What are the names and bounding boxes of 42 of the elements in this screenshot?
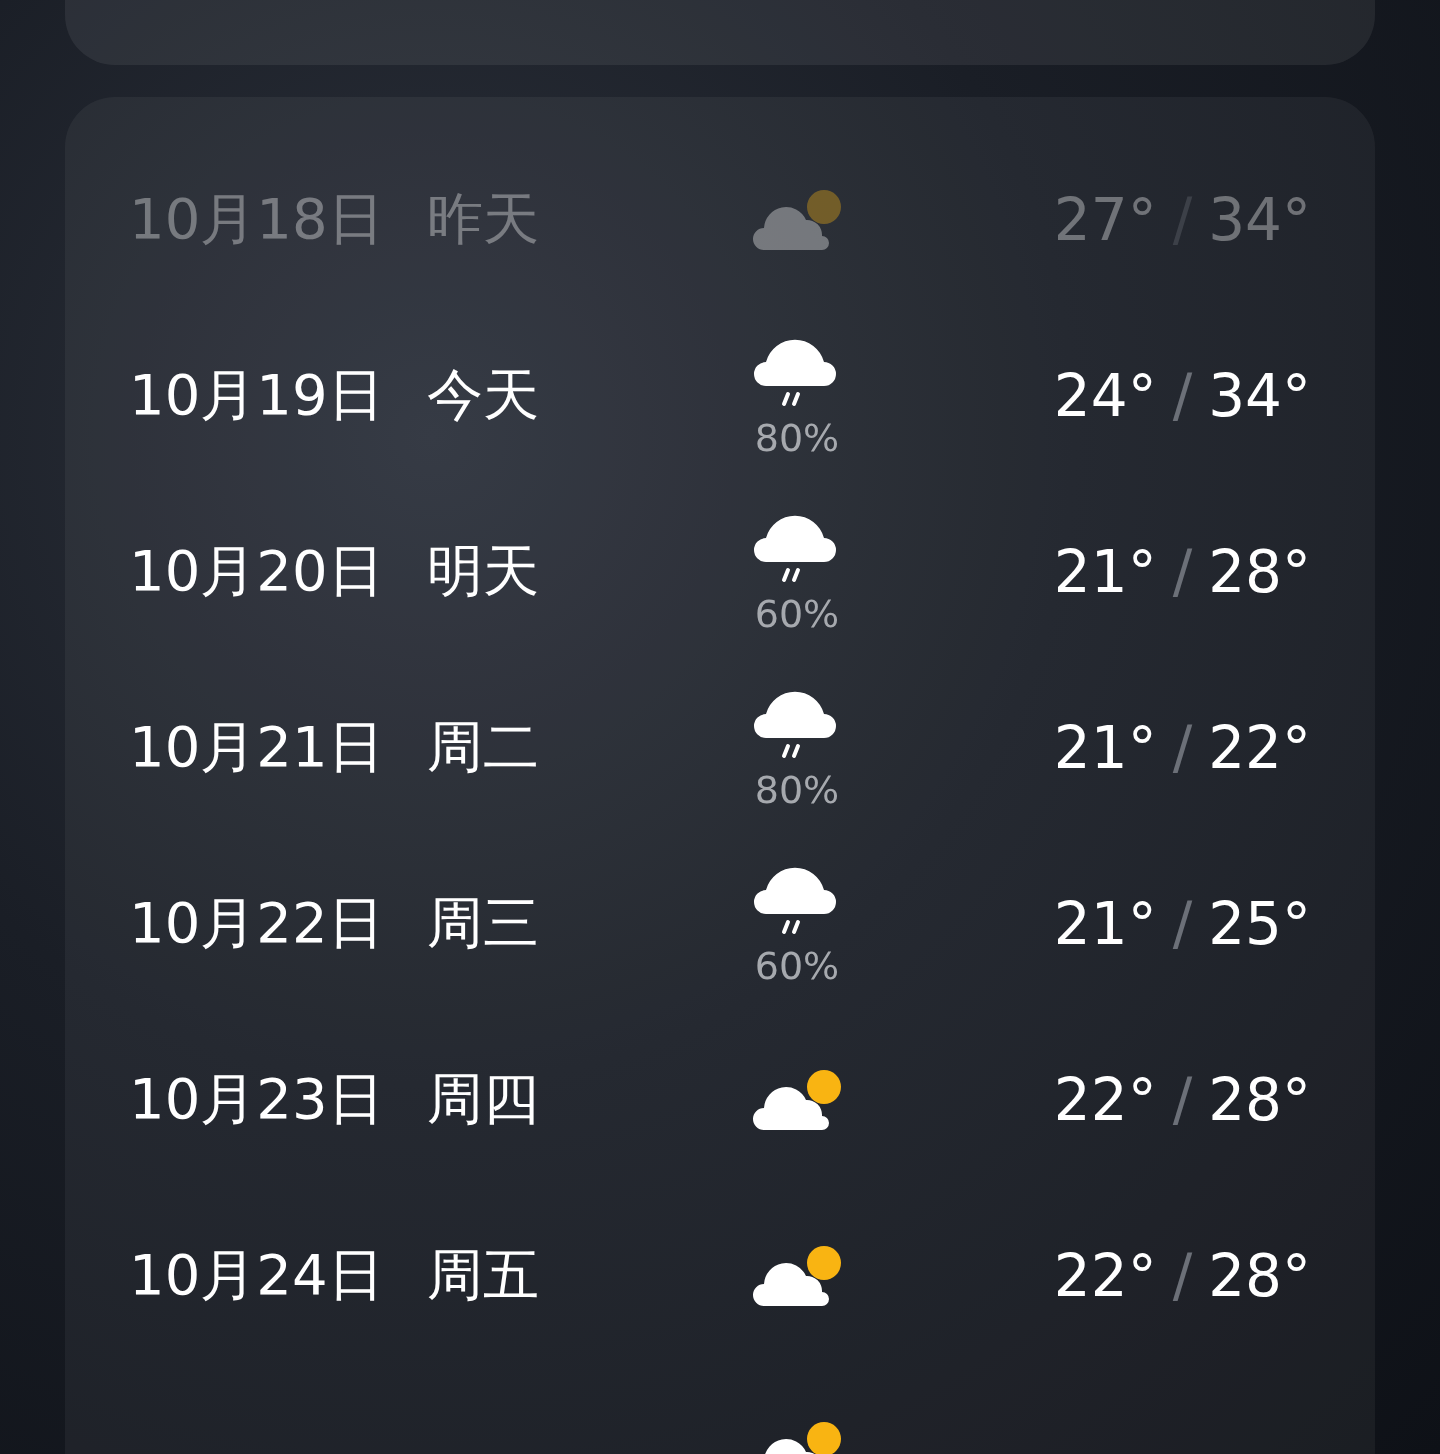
date-label: 10月20日 <box>129 537 385 605</box>
high-temperature: 28° <box>1208 538 1311 606</box>
date-label: 10月23日 <box>129 1065 385 1133</box>
precipitation-chance: 60% <box>754 944 840 988</box>
day-label: 周二 <box>427 713 539 781</box>
date-label: 10月22日 <box>129 889 385 957</box>
precipitation-chance: 80% <box>754 768 840 812</box>
day-label: 周三 <box>427 889 539 957</box>
precipitation-chance: 80% <box>754 416 840 460</box>
slash-separator: / <box>1172 1066 1193 1134</box>
high-temperature: 34° <box>1208 186 1311 254</box>
high-temperature: 22° <box>1208 714 1311 782</box>
low-temperature: 22° <box>1053 1066 1157 1134</box>
day-label: 昨天 <box>427 185 539 253</box>
date-label: 10月24日 <box>129 1241 385 1309</box>
slash-separator: / <box>1172 538 1193 606</box>
high-temperature: 28° <box>1208 1066 1311 1134</box>
low-temperature: 21° <box>1053 890 1157 958</box>
partly-cloudy-icon <box>752 188 842 252</box>
date-label: 10月18日 <box>129 185 385 253</box>
low-temperature: 21° <box>1053 538 1157 606</box>
precipitation-chance: 60% <box>754 592 840 636</box>
low-temperature: 22° <box>1053 1242 1157 1310</box>
slash-separator: / <box>1172 1242 1193 1310</box>
day-label: 周四 <box>427 1065 539 1133</box>
day-label: 明天 <box>427 537 539 605</box>
day-label: 今天 <box>427 361 539 429</box>
low-temperature: 27° <box>1053 186 1157 254</box>
slash-separator: / <box>1172 186 1193 254</box>
slash-separator: / <box>1172 714 1193 782</box>
low-temperature: 24° <box>1053 362 1157 430</box>
partly-cloudy-icon <box>752 1244 842 1308</box>
high-temperature: 34° <box>1208 362 1311 430</box>
high-temperature: 25° <box>1208 890 1311 958</box>
high-temperature: 28° <box>1208 1242 1311 1310</box>
date-label: 10月19日 <box>129 361 385 429</box>
slash-separator: / <box>1172 362 1193 430</box>
date-label: 10月21日 <box>129 713 385 781</box>
day-label: 周五 <box>427 1241 539 1309</box>
slash-separator: / <box>1172 890 1193 958</box>
partly-cloudy-icon <box>752 1068 842 1132</box>
low-temperature: 21° <box>1053 714 1157 782</box>
